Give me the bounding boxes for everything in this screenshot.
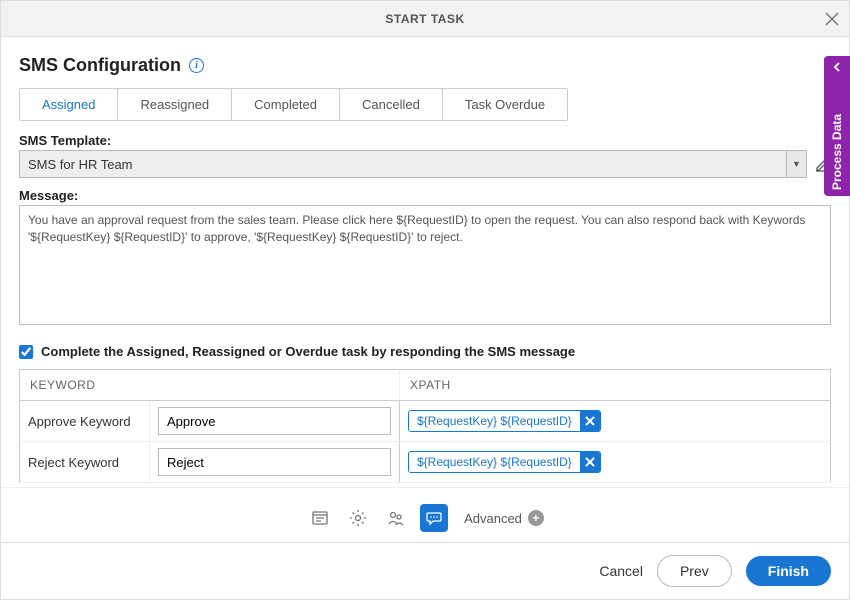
tab-bar: Assigned Reassigned Completed Cancelled … [19, 88, 568, 121]
dialog-footer: Cancel Prev Finish [1, 542, 849, 599]
process-data-side-tab[interactable]: Process Data [824, 56, 850, 196]
template-label: SMS Template: [19, 133, 831, 148]
message-label: Message: [19, 188, 831, 203]
form-icon[interactable] [306, 504, 334, 532]
template-select-value: SMS for HR Team [20, 157, 786, 172]
tab-reassigned[interactable]: Reassigned [118, 89, 232, 120]
template-select[interactable]: SMS for HR Team ▼ [19, 150, 807, 178]
advanced-toggle[interactable]: Advanced + [464, 510, 544, 526]
dialog-title: START TASK [1, 12, 849, 26]
chip-remove-icon[interactable] [580, 452, 600, 472]
prev-button[interactable]: Prev [657, 555, 732, 587]
finish-button[interactable]: Finish [746, 556, 831, 586]
approve-xpath-chip: ${RequestKey} ${RequestID} [408, 410, 601, 432]
chip-remove-icon[interactable] [580, 411, 600, 431]
reject-keyword-label: Reject Keyword [28, 455, 119, 470]
reject-keyword-input[interactable] [158, 448, 391, 476]
section-title-row: SMS Configuration i [19, 55, 831, 76]
sms-icon[interactable] [420, 504, 448, 532]
tab-cancelled[interactable]: Cancelled [340, 89, 443, 120]
tab-task-overdue[interactable]: Task Overdue [443, 89, 567, 120]
table-row: Approve Keyword ${RequestKey} ${RequestI… [20, 401, 831, 442]
close-icon[interactable] [825, 12, 839, 26]
checkbox-row: Complete the Assigned, Reassigned or Ove… [19, 344, 831, 359]
cancel-button[interactable]: Cancel [599, 563, 643, 579]
approve-keyword-label: Approve Keyword [28, 414, 131, 429]
checkbox-label: Complete the Assigned, Reassigned or Ove… [41, 344, 575, 359]
side-tab-label: Process Data [830, 72, 844, 190]
section-title: SMS Configuration [19, 55, 181, 76]
tab-assigned[interactable]: Assigned [20, 89, 118, 120]
template-select-row: SMS for HR Team ▼ [19, 150, 831, 178]
table-header-xpath: XPATH [400, 370, 831, 401]
bottom-toolbar: Advanced + [1, 487, 849, 542]
modal-dialog: START TASK SMS Configuration i Assigned … [0, 0, 850, 600]
dialog-body: SMS Configuration i Assigned Reassigned … [1, 37, 849, 487]
people-icon[interactable] [382, 504, 410, 532]
complete-task-checkbox[interactable] [19, 345, 33, 359]
dialog-header: START TASK [1, 1, 849, 37]
gear-icon[interactable] [344, 504, 372, 532]
table-header-keyword: KEYWORD [20, 370, 400, 401]
chip-text: ${RequestKey} ${RequestID} [409, 452, 580, 472]
chevron-down-icon[interactable]: ▼ [786, 151, 806, 177]
info-icon[interactable]: i [189, 58, 204, 73]
advanced-label: Advanced [464, 511, 522, 526]
message-textarea[interactable] [19, 205, 831, 325]
table-row: Reject Keyword ${RequestKey} ${RequestID… [20, 442, 831, 483]
plus-icon: + [528, 510, 544, 526]
keyword-table: KEYWORD XPATH Approve Keyword ${RequestK… [19, 369, 831, 483]
approve-keyword-input[interactable] [158, 407, 391, 435]
chevron-left-icon [832, 62, 842, 72]
reject-xpath-chip: ${RequestKey} ${RequestID} [408, 451, 601, 473]
chip-text: ${RequestKey} ${RequestID} [409, 411, 580, 431]
tab-completed[interactable]: Completed [232, 89, 340, 120]
